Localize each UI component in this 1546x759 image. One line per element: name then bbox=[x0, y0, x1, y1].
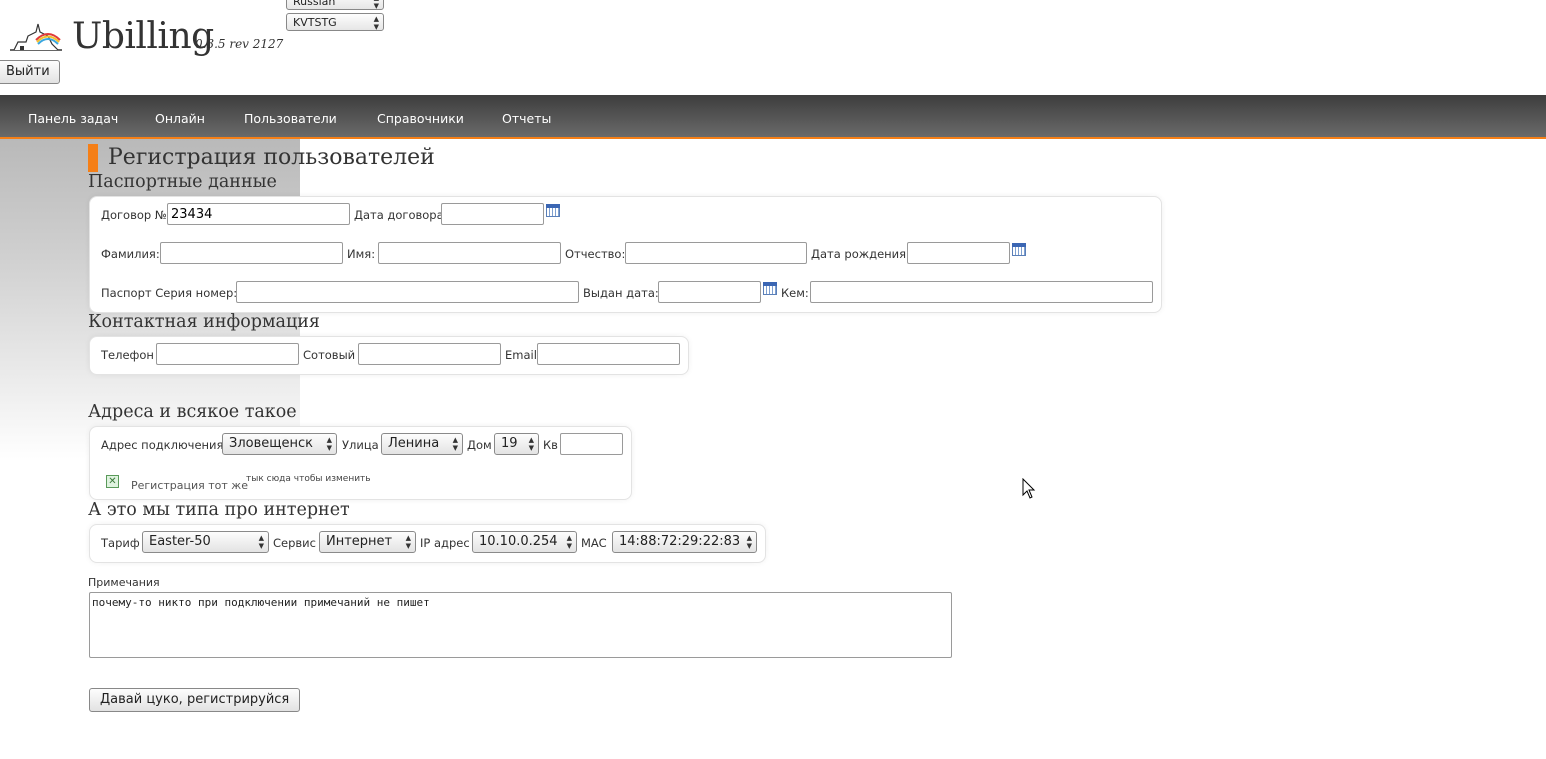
city-select[interactable]: Зловещенск ▲ ▼ bbox=[222, 433, 337, 455]
connect-address-label: Адрес подключения: bbox=[101, 438, 228, 452]
nav-item-taskbar[interactable]: Панель задач bbox=[28, 111, 118, 126]
nav-item-users[interactable]: Пользователи bbox=[244, 111, 337, 126]
select-arrows-icon: ▲▼ bbox=[566, 534, 572, 550]
register-submit-button[interactable]: Давай цуко, регистрируйся bbox=[89, 688, 301, 712]
select-arrows-icon: ▲▼ bbox=[326, 436, 332, 452]
issued-by-input[interactable] bbox=[810, 281, 1153, 303]
passport-label: Паспорт Серия номер: bbox=[101, 286, 238, 300]
mac-select-value: 14:88:72:29:22:83 bbox=[619, 534, 741, 549]
patronymic-input[interactable] bbox=[625, 242, 807, 264]
calendar-icon[interactable] bbox=[1012, 243, 1026, 256]
select-arrows-icon: ▲▼ bbox=[746, 534, 752, 550]
select-arrows-icon: ▲▼ bbox=[452, 436, 458, 452]
contract-number-input[interactable] bbox=[167, 203, 350, 225]
mobile-label: Сотовый bbox=[303, 348, 356, 362]
logo-icon bbox=[10, 23, 62, 51]
mac-select[interactable]: 14:88:72:29:22:83 ▲ ▼ bbox=[612, 531, 757, 553]
house-label: Дом bbox=[467, 438, 492, 452]
mouse-cursor-icon bbox=[1022, 478, 1036, 499]
ip-label: IP адрес bbox=[420, 536, 470, 550]
service-select-value: Интернет bbox=[326, 534, 393, 549]
city-select-value: Зловещенск bbox=[229, 436, 313, 451]
surname-input[interactable] bbox=[160, 242, 343, 264]
name-input[interactable] bbox=[378, 242, 561, 264]
passport-number-input[interactable] bbox=[236, 281, 579, 303]
mac-label: MAC bbox=[581, 536, 607, 550]
contract-date-label: Дата договора bbox=[354, 208, 444, 222]
phone-input[interactable] bbox=[156, 343, 299, 365]
logout-button[interactable]: Выйти bbox=[0, 60, 60, 84]
apartment-label: Кв bbox=[543, 438, 558, 452]
select-arrows-icon: ▲▼ bbox=[258, 534, 264, 550]
ip-select[interactable]: 10.10.0.254 ▲ ▼ bbox=[472, 531, 577, 553]
service-select[interactable]: Интернет ▲ ▼ bbox=[319, 531, 416, 553]
street-select-value: Ленина bbox=[388, 436, 440, 451]
nav-item-directories[interactable]: Справочники bbox=[377, 111, 464, 126]
page-title: Регистрация пользователей bbox=[88, 144, 435, 172]
apartment-input[interactable] bbox=[560, 433, 623, 455]
house-select[interactable]: 19 ▲ ▼ bbox=[494, 433, 539, 455]
header: Ubilling 0.3.5 rev 2127 Russian ▲▼ KVTST… bbox=[0, 0, 1546, 95]
tariff-label: Тариф bbox=[101, 536, 140, 550]
main-nav: Панель задач Онлайн Пользователи Справоч… bbox=[0, 95, 1546, 139]
language-select[interactable]: Russian ▲▼ bbox=[286, 0, 384, 10]
change-registration-link[interactable]: тык сюда чтобы изменить bbox=[246, 474, 371, 484]
tariff-select-value: Easter-50 bbox=[149, 534, 211, 549]
version-text: 0.3.5 rev 2127 bbox=[195, 37, 284, 51]
calendar-icon[interactable] bbox=[763, 282, 777, 295]
name-label: Имя: bbox=[347, 247, 376, 261]
tariff-select[interactable]: Easter-50 ▲ ▼ bbox=[142, 531, 269, 553]
nav-item-online[interactable]: Онлайн bbox=[155, 111, 205, 126]
same-registration-label: Регистрация тот же bbox=[131, 479, 248, 492]
email-input[interactable] bbox=[537, 343, 680, 365]
notes-label: Примечания bbox=[88, 576, 160, 589]
issued-by-label: Кем: bbox=[781, 286, 809, 300]
same-registration-checkbox[interactable]: ✕ bbox=[106, 475, 119, 488]
ip-select-value: 10.10.0.254 bbox=[479, 534, 558, 549]
internet-section-title: А это мы типа про интернет bbox=[88, 500, 350, 520]
contact-section-title: Контактная информация bbox=[88, 312, 320, 332]
patronymic-label: Отчество: bbox=[565, 247, 626, 261]
birthdate-input[interactable] bbox=[907, 242, 1010, 264]
nav-item-reports[interactable]: Отчеты bbox=[502, 111, 551, 126]
select-arrows-icon: ▲▼ bbox=[528, 436, 534, 452]
select-arrows-icon: ▲▼ bbox=[373, 15, 379, 31]
notes-textarea[interactable]: почему-то никто при подключении примечан… bbox=[89, 592, 952, 658]
brand-title: Ubilling bbox=[72, 16, 214, 57]
issued-date-input[interactable] bbox=[658, 281, 761, 303]
email-label: Email bbox=[505, 348, 537, 362]
street-label: Улица bbox=[342, 438, 379, 452]
passport-section-title: Паспортные данные bbox=[88, 172, 277, 192]
house-select-value: 19 bbox=[501, 436, 518, 451]
select-arrows-icon: ▲▼ bbox=[373, 0, 379, 10]
service-label: Сервис bbox=[273, 536, 316, 550]
birthdate-label: Дата рождения: bbox=[811, 247, 910, 261]
calendar-icon[interactable] bbox=[546, 204, 560, 217]
contract-label: Договор № bbox=[101, 208, 167, 222]
surname-label: Фамилия: bbox=[101, 247, 160, 261]
street-select[interactable]: Ленина ▲ ▼ bbox=[381, 433, 463, 455]
address-section-title: Адреса и всякое такое bbox=[88, 402, 297, 422]
contract-date-input[interactable] bbox=[441, 203, 544, 225]
language-select-value: Russian bbox=[293, 0, 336, 8]
skin-select-value: KVTSTG bbox=[293, 16, 337, 29]
phone-label: Телефон bbox=[101, 348, 154, 362]
skin-select[interactable]: KVTSTG ▲ ▼ bbox=[286, 13, 384, 31]
select-arrows-icon: ▲▼ bbox=[405, 534, 411, 550]
issued-date-label: Выдан дата: bbox=[583, 286, 659, 300]
mobile-input[interactable] bbox=[358, 343, 501, 365]
